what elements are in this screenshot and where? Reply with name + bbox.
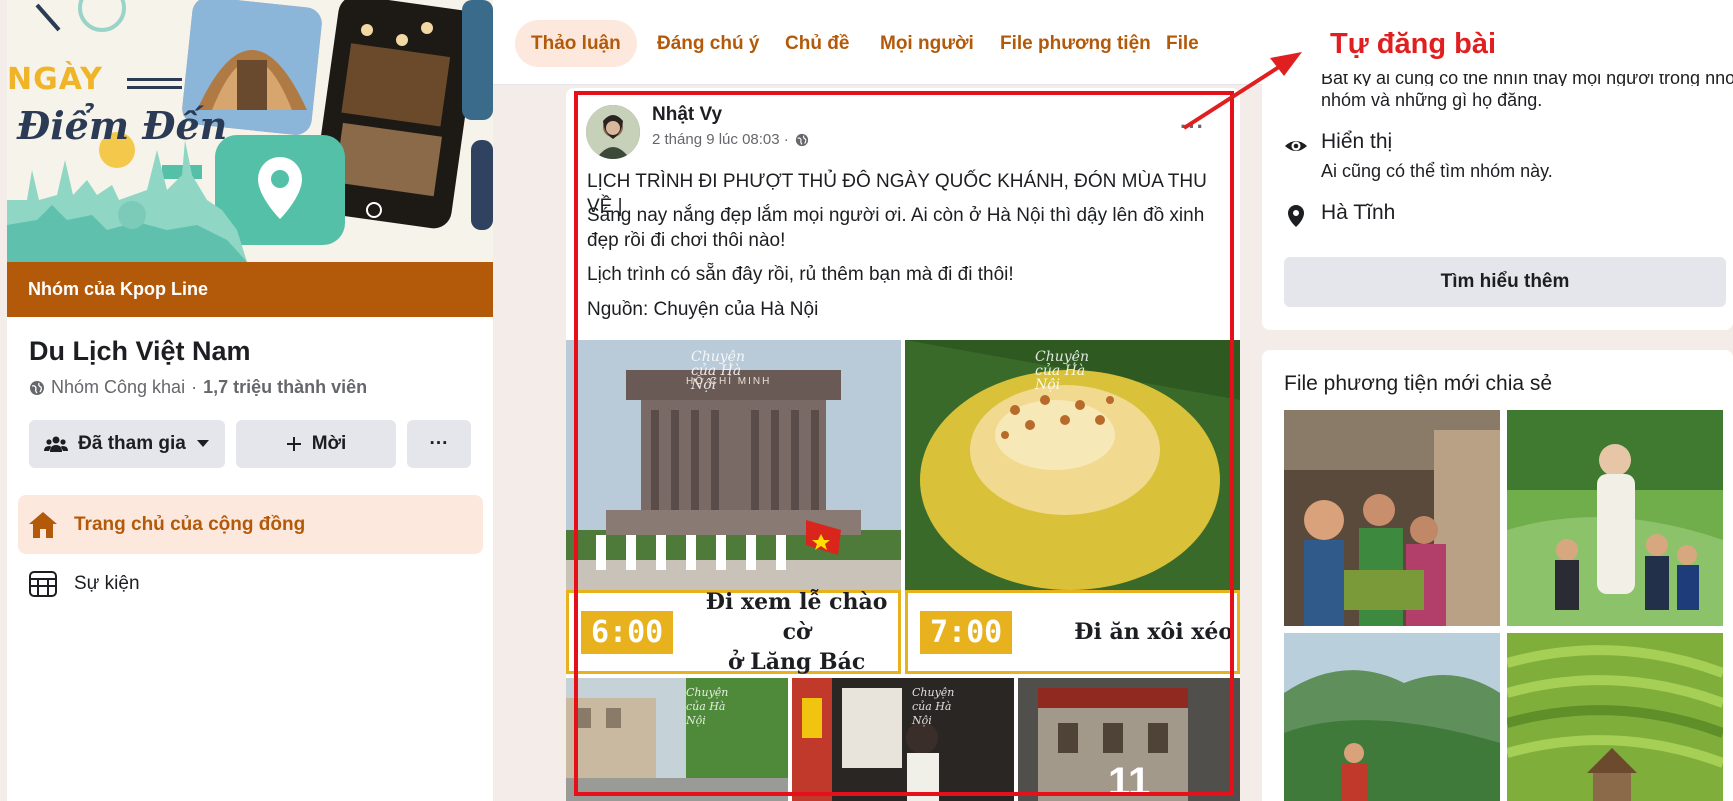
member-count[interactable]: 1,7 triệu thành viên (203, 377, 367, 398)
calendar-icon (29, 571, 57, 597)
visibility-desc: Ai cũng có thể tìm nhóm này. (1321, 161, 1553, 181)
plus-icon (286, 437, 301, 451)
invite-label: Mời (311, 433, 347, 454)
tab-featured[interactable]: Đáng chú ý (641, 20, 775, 67)
media-thumb-3[interactable] (1284, 633, 1500, 801)
nav-community-home-label: Trang chủ của cộng đồng (74, 513, 306, 535)
group-people-icon (44, 436, 69, 452)
recent-media-card: File phương tiện mới chia sẻ (1262, 350, 1733, 801)
left-sidebar: NGÀY Điểm Đến Nhóm của Kpop Line Du Lịch… (7, 0, 493, 801)
parent-group-strip[interactable]: Nhóm của Kpop Line (7, 262, 493, 317)
about-card: nhóm và những gì họ đăng. Hiển thị Ai cũ… (1262, 66, 1733, 330)
home-icon (29, 511, 57, 538)
visibility-title: Hiển thị (1321, 130, 1393, 153)
tab-media[interactable]: File phương tiện (984, 20, 1167, 67)
location-pin-icon (1288, 205, 1304, 227)
more-options-button[interactable]: ··· (407, 420, 471, 468)
recent-media-title: File phương tiện mới chia sẻ (1284, 372, 1553, 395)
tab-files[interactable]: File (1150, 20, 1215, 67)
privacy-desc-line1: Bất kỳ ai cũng có thể nhìn thấy mọi ngườ… (1321, 74, 1733, 86)
annotation-highlight-box (574, 91, 1234, 796)
group-cover-photo[interactable]: NGÀY Điểm Đến (7, 0, 493, 262)
tab-people[interactable]: Mọi người (864, 20, 990, 67)
media-thumb-3-image (1284, 633, 1500, 801)
media-thumb-4[interactable] (1507, 633, 1723, 801)
invite-button[interactable]: Mời (236, 420, 396, 468)
nav-events-label: Sự kiện (74, 573, 140, 594)
more-options-icon: ··· (429, 433, 449, 454)
media-thumb-2-image (1507, 410, 1723, 626)
group-name[interactable]: Du Lịch Việt Nam (29, 336, 251, 367)
annotation-label: Tự đăng bài (1330, 28, 1496, 60)
privacy-label: Nhóm Công khai (51, 377, 186, 397)
cover-text-ngay: NGÀY (7, 62, 103, 97)
globe-icon (30, 380, 44, 395)
nav-community-home[interactable]: Trang chủ của cộng đồng (18, 495, 483, 554)
nav-events[interactable]: Sự kiện (18, 556, 483, 612)
privacy-desc-fragment: nhóm và những gì họ đăng. (1321, 90, 1543, 110)
media-thumb-4-image (1507, 633, 1723, 801)
cover-text-diem-den: Điểm Đến (17, 103, 228, 148)
joined-label: Đã tham gia (78, 433, 186, 454)
tab-discussion[interactable]: Thảo luận (515, 20, 637, 67)
learn-more-button[interactable]: Tìm hiểu thêm (1284, 257, 1726, 307)
tab-topics[interactable]: Chủ đề (769, 20, 865, 67)
meta-separator: · (191, 377, 198, 397)
media-thumb-2[interactable] (1507, 410, 1723, 626)
joined-button[interactable]: Đã tham gia (29, 420, 225, 468)
eye-icon (1285, 141, 1307, 151)
caret-down-icon (196, 440, 209, 447)
media-thumb-1[interactable] (1284, 410, 1500, 626)
location-label: Hà Tĩnh (1321, 201, 1396, 224)
media-thumb-1-image (1284, 410, 1500, 626)
group-meta: Nhóm Công khai · 1,7 triệu thành viên (29, 377, 367, 398)
